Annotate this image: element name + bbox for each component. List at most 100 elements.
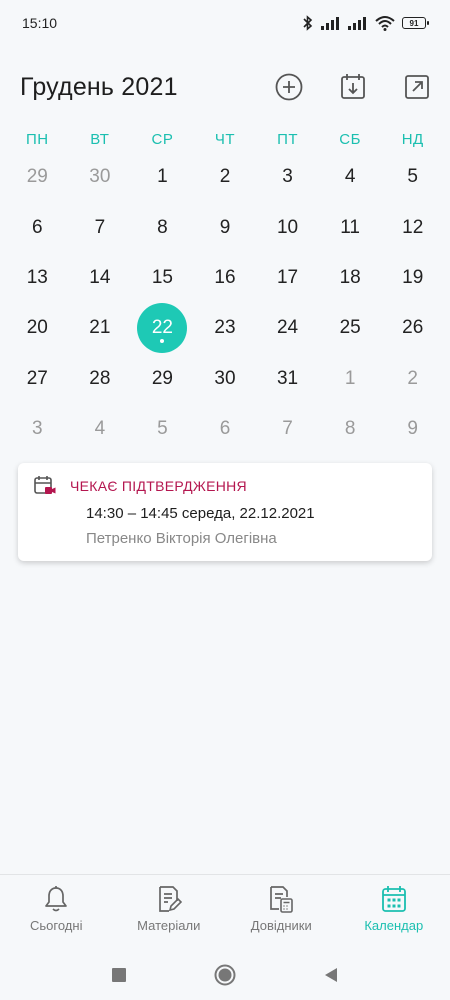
weekday-label: ЧТ [214, 131, 236, 148]
calendar-day[interactable]: 6 [194, 404, 257, 454]
day-number: 28 [89, 367, 111, 389]
calendar-day[interactable]: 9 [381, 404, 444, 454]
add-appointment-button[interactable] [274, 72, 304, 102]
day-number: 20 [26, 317, 48, 339]
signal-icon [348, 17, 366, 30]
calendar-day[interactable]: 10 [256, 202, 319, 252]
calendar-day[interactable]: 12 [381, 202, 444, 252]
event-status: ЧЕКАЄ ПІДТВЕРДЖЕННЯ [70, 478, 247, 494]
day-number: 1 [344, 367, 356, 389]
day-number: 6 [31, 216, 43, 238]
bluetooth-icon [303, 15, 313, 31]
day-number: 6 [219, 418, 231, 440]
calendar-day[interactable]: 4 [319, 152, 382, 202]
calendar-day[interactable]: 4 [69, 404, 132, 454]
day-number: 13 [26, 266, 48, 288]
event-time: 14:30 – 14:45 середа, 22.12.2021 [86, 505, 315, 522]
back-button[interactable] [318, 962, 344, 988]
calendar-day[interactable]: 6 [6, 202, 69, 252]
day-number: 3 [282, 166, 293, 188]
day-number: 8 [157, 216, 168, 238]
calendar-day[interactable]: 7 [69, 202, 132, 252]
calendar-day[interactable]: 14 [69, 253, 132, 303]
calendar-day[interactable]: 29 [6, 152, 69, 202]
calendar-day[interactable]: 20 [6, 303, 69, 353]
day-number: 1 [157, 166, 168, 188]
bottom-nav: Сьогодні Матеріали Довідники Календар [0, 874, 450, 950]
calendar-day[interactable]: 17 [256, 253, 319, 303]
calendar-day[interactable]: 23 [194, 303, 257, 353]
day-number: 18 [339, 266, 361, 288]
event-card[interactable]: ЧЕКАЄ ПІДТВЕРДЖЕННЯ 14:30 – 14:45 середа… [18, 463, 432, 561]
calendar-day[interactable]: 8 [131, 202, 194, 252]
nav-calendar[interactable]: Календар [338, 875, 450, 950]
bell-icon [45, 886, 68, 912]
calendar-day[interactable]: 18 [319, 253, 382, 303]
nav-materials[interactable]: Матеріали [113, 875, 226, 950]
day-number: 21 [89, 317, 111, 339]
calendar-day[interactable]: 2 [381, 354, 444, 404]
nav-label: Сьогодні [30, 918, 83, 933]
calendar-day[interactable]: 3 [256, 152, 319, 202]
calendar-day[interactable]: 5 [381, 152, 444, 202]
calendar-day[interactable]: 3 [6, 404, 69, 454]
calendar-day[interactable]: 9 [194, 202, 257, 252]
day-number: 16 [214, 266, 236, 288]
calendar-day[interactable]: 11 [319, 202, 382, 252]
calendar-day[interactable]: 30 [194, 354, 257, 404]
calendar-day[interactable]: 1 [319, 354, 382, 404]
calendar-day[interactable]: 15 [131, 253, 194, 303]
calendar-day[interactable]: 24 [256, 303, 319, 353]
square-icon [112, 968, 126, 982]
day-number: 17 [276, 266, 299, 288]
calendar-day[interactable]: 27 [6, 354, 69, 404]
weekday-label: СБ [339, 131, 361, 148]
status-time: 15:10 [22, 15, 58, 31]
calendar-day[interactable]: 5 [131, 404, 194, 454]
calendar-header: Грудень 2021 [0, 62, 450, 112]
weekday-label: НД [401, 131, 424, 148]
calendar-day[interactable]: 25 [319, 303, 382, 353]
day-number: 23 [214, 317, 236, 339]
open-external-button[interactable] [402, 72, 432, 102]
circle-icon [214, 964, 236, 986]
nav-directories[interactable]: Довідники [225, 875, 338, 950]
day-number: 22 [137, 303, 188, 354]
day-number: 19 [402, 266, 424, 288]
day-number: 2 [219, 166, 231, 188]
calendar-day[interactable]: 28 [69, 354, 132, 404]
download-calendar-button[interactable] [338, 72, 368, 102]
calendar-day[interactable]: 19 [381, 253, 444, 303]
nav-today[interactable]: Сьогодні [0, 875, 113, 950]
calendar-day[interactable]: 7 [256, 404, 319, 454]
day-number: 5 [157, 418, 168, 440]
wifi-icon [375, 16, 395, 31]
status-icons: 91 [302, 15, 429, 31]
calendar-day[interactable]: 8 [319, 404, 382, 454]
battery-icon: 91 [402, 17, 429, 29]
calendar-day[interactable]: 1 [131, 152, 194, 202]
status-bar: 15:10 91 [0, 0, 450, 46]
event-person: Петренко Вікторія Олегівна [86, 530, 277, 547]
day-number: 31 [276, 367, 299, 389]
day-number: 7 [94, 216, 106, 238]
calendar-day[interactable]: 13 [6, 253, 69, 303]
calendar-day-selected[interactable]: 22 [131, 303, 194, 354]
calendar-day[interactable]: 26 [381, 303, 444, 353]
recents-button[interactable] [106, 962, 132, 988]
calendar-day[interactable]: 21 [69, 303, 132, 353]
calendar-day[interactable]: 31 [256, 354, 319, 404]
calendar-day[interactable]: 30 [69, 152, 132, 202]
weekday-label: ПТ [277, 131, 299, 148]
day-number: 30 [89, 166, 111, 188]
day-number: 14 [89, 266, 111, 288]
day-number: 11 [340, 216, 360, 238]
calendar-grid: 29 30 1 2 3 4 5 6 7 8 9 10 11 12 13 14 15 16 17 18 19 20 21 22 2… [6, 152, 444, 454]
day-number: 24 [276, 317, 299, 339]
calendar-day[interactable]: 2 [194, 152, 257, 202]
calendar-day[interactable]: 16 [194, 253, 257, 303]
calendar-download-icon [341, 74, 365, 99]
home-button[interactable] [212, 962, 238, 988]
calendar-day[interactable]: 29 [131, 354, 194, 404]
add-circle-icon [275, 73, 303, 101]
